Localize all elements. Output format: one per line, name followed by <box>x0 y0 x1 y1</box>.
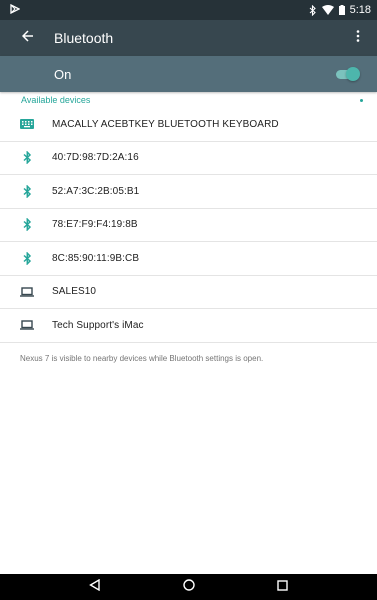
app-bar: Bluetooth <box>0 20 377 56</box>
arrow-back-icon <box>21 29 34 47</box>
nav-home-button[interactable] <box>178 576 200 598</box>
available-devices-header: Available devices <box>0 92 377 108</box>
toggle-label: On <box>54 66 72 82</box>
battery-icon <box>338 5 345 15</box>
status-bar: 5:18 <box>0 0 377 20</box>
bluetooth-switch[interactable] <box>334 67 360 81</box>
device-row-keyboard[interactable]: MACALLY ACEBTKEY BLUETOOTH KEYBOARD <box>0 108 377 142</box>
wifi-icon <box>321 5 334 15</box>
back-button[interactable] <box>8 20 48 56</box>
recents-square-icon <box>277 578 288 596</box>
visibility-note: Nexus 7 is visible to nearby devices whi… <box>20 354 264 363</box>
laptop-icon <box>0 320 52 330</box>
status-time: 5:18 <box>349 4 371 16</box>
keyboard-icon <box>0 119 52 130</box>
bluetooth-toggle-bar[interactable]: On <box>0 56 377 92</box>
overflow-menu-button[interactable] <box>343 20 373 56</box>
device-name: 78:E7:F9:F4:19:8B <box>52 219 138 231</box>
bluetooth-icon <box>0 218 52 232</box>
nav-recents-button[interactable] <box>272 576 294 598</box>
switch-thumb <box>346 67 360 81</box>
bluetooth-icon <box>0 251 52 265</box>
section-title: Available devices <box>21 95 91 105</box>
device-row[interactable]: 8C:85:90:11:9B:CB <box>0 242 377 276</box>
device-name: 8C:85:90:11:9B:CB <box>52 252 140 264</box>
device-name: SALES10 <box>52 286 97 298</box>
device-name: Tech Support's iMac <box>52 319 144 331</box>
device-row[interactable]: 78:E7:F9:F4:19:8B <box>0 209 377 242</box>
device-row[interactable]: 52:A7:3C:2B:05:B1 <box>0 175 377 209</box>
device-row[interactable]: Tech Support's iMac <box>0 309 377 343</box>
nav-back-button[interactable] <box>84 576 106 598</box>
device-name: 52:A7:3C:2B:05:B1 <box>52 185 140 197</box>
device-row[interactable]: SALES10 <box>0 276 377 309</box>
device-name: MACALLY ACEBTKEY BLUETOOTH KEYBOARD <box>52 118 279 130</box>
scanning-indicator <box>360 98 363 102</box>
status-left <box>10 3 21 17</box>
play-store-notification-icon <box>10 3 21 17</box>
device-row[interactable]: 40:7D:98:7D:2A:16 <box>0 142 377 175</box>
device-list: MACALLY ACEBTKEY BLUETOOTH KEYBOARD 40:7… <box>0 108 377 343</box>
bluetooth-icon <box>0 151 52 165</box>
navigation-bar <box>0 574 377 600</box>
laptop-icon <box>0 287 52 297</box>
device-name: 40:7D:98:7D:2A:16 <box>52 152 139 164</box>
status-right: 5:18 <box>309 4 371 16</box>
more-vert-icon <box>356 29 360 47</box>
bluetooth-icon <box>0 184 52 198</box>
page-title: Bluetooth <box>54 30 114 46</box>
bluetooth-icon <box>309 4 317 16</box>
home-circle-icon <box>182 578 195 596</box>
back-triangle-icon <box>89 578 100 596</box>
